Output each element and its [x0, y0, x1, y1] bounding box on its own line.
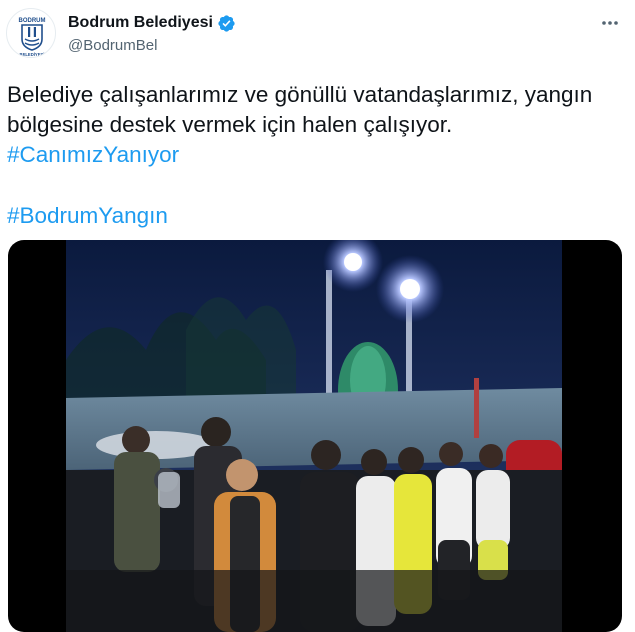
- night-scene-illustration: [66, 240, 562, 632]
- tweet-text: Belediye çalışanlarımız ve gönüllü vatan…: [7, 80, 627, 231]
- logo-text-bottom: BELEDİYESİ: [20, 52, 45, 57]
- bodrum-logo: BODRUM BELEDİYESİ: [19, 18, 46, 57]
- avatar[interactable]: BODRUM BELEDİYESİ: [6, 8, 56, 58]
- logo-text-top: BODRUM: [19, 18, 46, 24]
- author-block: Bodrum Belediyesi @BodrumBel: [68, 12, 236, 54]
- video-media[interactable]: [8, 240, 622, 632]
- name-row: Bodrum Belediyesi: [68, 12, 236, 34]
- hashtag-bodrumyangin[interactable]: #BodrumYangın: [7, 203, 168, 228]
- video-frame: [66, 240, 562, 632]
- display-name[interactable]: Bodrum Belediyesi: [68, 14, 213, 32]
- hashtag-canimizyaniyor[interactable]: #CanımızYanıyor: [7, 142, 179, 167]
- user-handle[interactable]: @BodrumBel: [68, 37, 236, 54]
- more-options-icon[interactable]: [599, 12, 621, 34]
- tweet-line-1: Belediye çalışanlarımız ve gönüllü vatan…: [7, 82, 593, 107]
- verified-badge-icon[interactable]: [217, 14, 236, 33]
- tweet-line-2: bölgesine destek vermek için halen çalış…: [7, 112, 453, 137]
